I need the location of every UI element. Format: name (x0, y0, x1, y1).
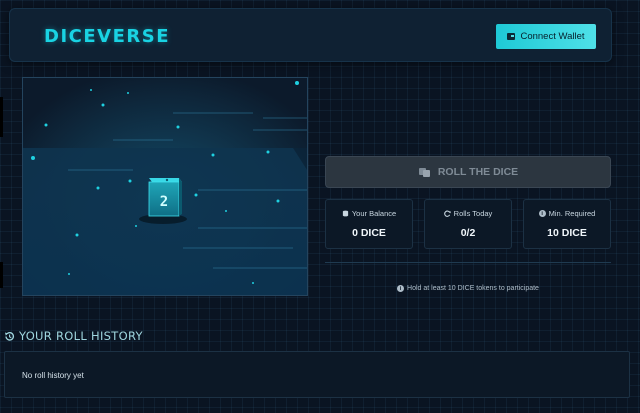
history-empty-message: No roll history yet (22, 371, 84, 380)
stat-label: Rolls Today (453, 209, 493, 218)
eligibility-notice-text: Hold at least 10 DICE tokens to particip… (407, 285, 539, 292)
coins-icon (342, 210, 348, 217)
dice-scene: 2 (22, 77, 308, 296)
connect-wallet-label: Connect Wallet (520, 31, 585, 42)
wallet-icon (507, 33, 516, 40)
app-header: DICEVERSE Connect Wallet (9, 8, 612, 62)
divider (325, 262, 611, 263)
info-icon: i (397, 285, 405, 292)
stat-value: 0/2 (460, 227, 476, 239)
stat-card-min-required: i Min. Required 10 DICE (523, 199, 611, 249)
history-heading: YOUR ROLL HISTORY (4, 329, 143, 343)
refresh-icon (443, 210, 451, 217)
dice-scene-canvas: 2 (23, 78, 307, 295)
stat-value: 10 DICE (547, 227, 587, 239)
history-list: No roll history yet (4, 351, 630, 398)
info-icon: i (538, 210, 546, 217)
die-face: 2 (160, 194, 168, 210)
roll-dice-label: ROLL THE DICE (437, 166, 519, 178)
stat-card-balance: Your Balance 0 DICE (325, 199, 413, 249)
eligibility-notice: i Hold at least 10 DICE tokens to partic… (325, 285, 611, 292)
edge-strip (0, 97, 3, 137)
stat-card-rolls: Rolls Today 0/2 (424, 199, 512, 249)
stat-label: Min. Required (548, 209, 596, 218)
history-icon (5, 331, 14, 341)
logo: DICEVERSE (44, 26, 170, 47)
stat-value: 0 DICE (352, 227, 386, 239)
dice-cube: 2 (148, 178, 182, 217)
roll-dice-button[interactable]: ROLL THE DICE (325, 156, 611, 188)
connect-wallet-button[interactable]: Connect Wallet (496, 24, 596, 49)
edge-strip (0, 262, 3, 288)
dice-icon (418, 167, 430, 177)
stat-label: Your Balance (351, 209, 397, 218)
history-title: YOUR ROLL HISTORY (19, 329, 143, 343)
